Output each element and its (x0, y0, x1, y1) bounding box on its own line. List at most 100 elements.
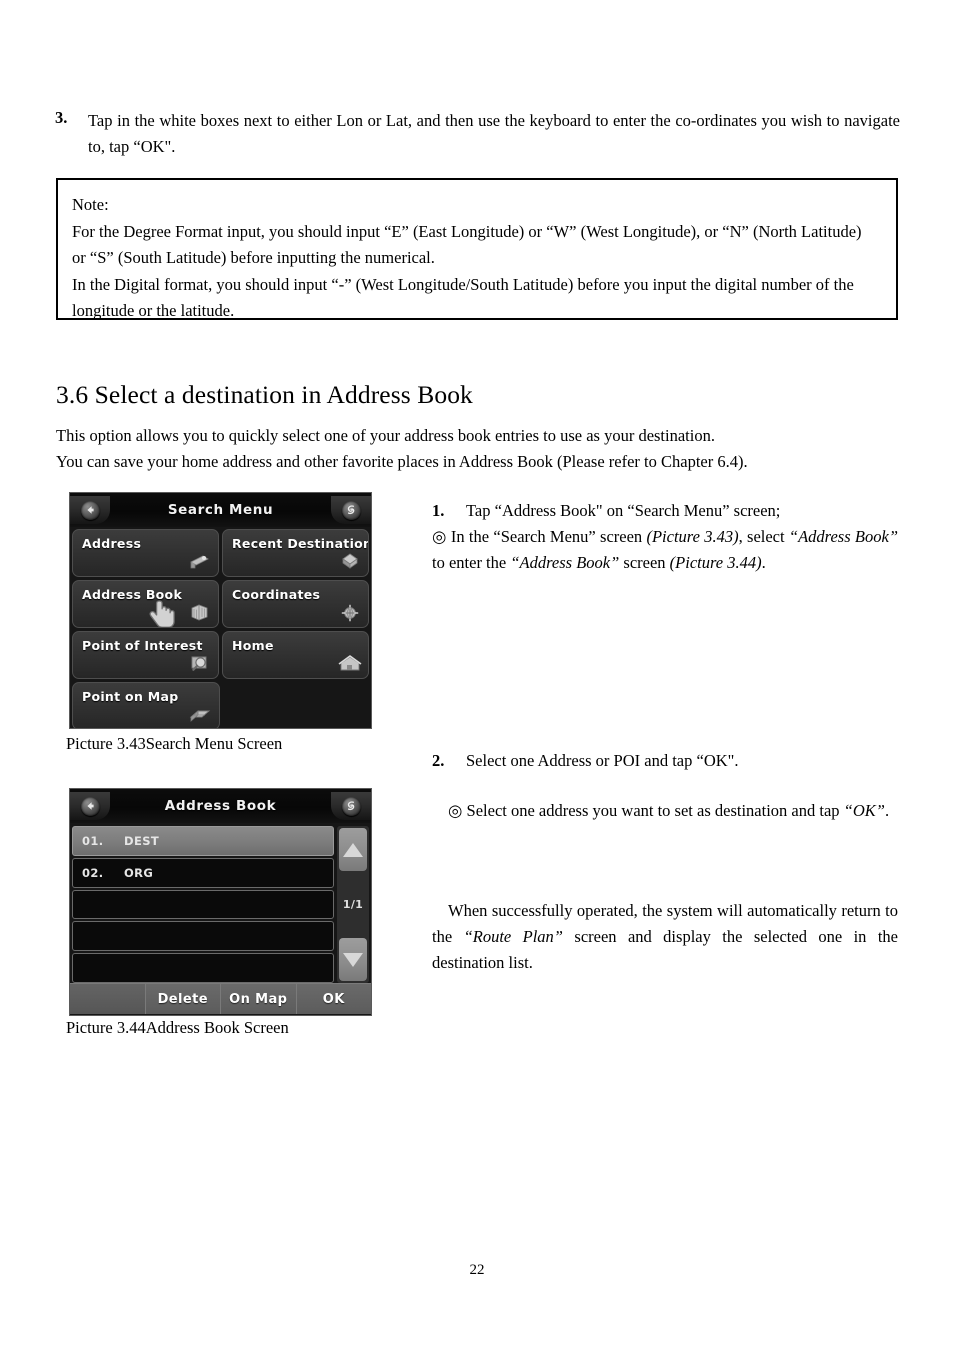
magnifier-map-icon (187, 652, 211, 674)
menu-item-label: Point of Interest (82, 638, 203, 653)
menu-item-label: Coordinates (232, 587, 321, 602)
address-book-body: 01. DEST 02. ORG 1/1 (70, 823, 371, 983)
address-book-screenshot: Address Book 01. DEST 02. ORG 1/1 Delete… (69, 788, 372, 1016)
map-fold-icon (188, 703, 212, 725)
menu-row-1: Address Recent Destinations (72, 529, 369, 577)
list-item-name: ORG (124, 865, 154, 880)
text-fragment: to enter the (432, 553, 511, 572)
search-menu-titlebar: Search Menu (70, 493, 371, 527)
menu-item-label: Home (232, 638, 274, 653)
note-line-2: or “S” (South Latitude) before inputting… (72, 248, 435, 267)
step-3-instruction: 3. Tap in the white boxes next to either… (55, 108, 900, 160)
section-heading: 3.6 Select a destination in Address Book (56, 380, 473, 409)
step-1-item: 1. Tap “Address Book" on “Search Menu” s… (432, 498, 898, 524)
note-line-4: longitude or the latitude. (72, 301, 235, 320)
list-item[interactable] (72, 921, 334, 952)
address-book-list: 01. DEST 02. ORG (72, 826, 334, 983)
menu-item-address[interactable]: Address (72, 529, 219, 577)
menu-options-button[interactable] (331, 496, 371, 524)
text-fragment-italic: “OK” (843, 801, 885, 820)
search-menu-grid: Address Recent Destinations Address Book… (70, 527, 371, 728)
on-map-button[interactable]: On Map (221, 984, 297, 1014)
triangle-down-icon (343, 952, 363, 967)
caption-picture-344: Picture 3.44Address Book Screen (66, 1018, 289, 1037)
menu-item-home[interactable]: Home (222, 631, 369, 679)
bullet-symbol: ◎ (448, 801, 463, 820)
bullet-symbol: ◎ (432, 527, 447, 546)
intro-line-2: You can save your home address and other… (56, 452, 748, 471)
address-book-scrollbar[interactable]: 1/1 (337, 826, 369, 983)
diamond-marker-icon (337, 550, 361, 572)
list-item[interactable] (72, 889, 334, 920)
menu-item-point-on-map[interactable]: Point on Map (72, 682, 220, 728)
caption-picture-343: Picture 3.43Search Menu Screen (66, 734, 283, 753)
text-fragment: . (884, 801, 890, 820)
footer-blank-cell (70, 984, 146, 1014)
search-menu-title: Search Menu (167, 502, 274, 518)
text-fragment-italic: “Address Book” (788, 527, 899, 546)
step-1-number: 1. (432, 501, 445, 520)
intro-line-1: This option allows you to quickly select… (56, 426, 715, 445)
note-box: Note: For the Degree Format input, you s… (56, 178, 898, 320)
menu-item-address-book[interactable]: Address Book (72, 580, 219, 628)
text-fragment-italic: “Address Book” (510, 553, 620, 572)
text-fragment: screen (619, 553, 670, 572)
swirl-icon (341, 500, 361, 520)
note-line-3: In the Digital format, you should input … (72, 274, 854, 294)
menu-item-coordinates[interactable]: Coordinates (222, 580, 369, 628)
scroll-up-button[interactable] (339, 828, 367, 871)
text-fragment: . (761, 553, 766, 572)
step-1-text: Tap “Address Book" on “Search Menu” scre… (466, 501, 781, 520)
back-button[interactable] (70, 496, 110, 524)
menu-item-label: Address (82, 536, 142, 551)
address-book-footer: Delete On Map OK (70, 983, 371, 1014)
menu-item-label: Point on Map (82, 689, 179, 704)
back-arrow-icon (80, 500, 100, 520)
house-icon (337, 652, 362, 674)
menu-item-label: Address Book (82, 587, 183, 602)
section-intro: This option allows you to quickly select… (56, 423, 906, 475)
list-item[interactable]: 02. ORG (72, 857, 334, 888)
scroll-down-button[interactable] (339, 938, 367, 981)
delete-button[interactable]: Delete (145, 984, 221, 1014)
text-fragment: In the (446, 527, 494, 546)
step-2-number: 2. (432, 751, 445, 770)
page-number: 22 (469, 1262, 485, 1278)
menu-item-point-of-interest[interactable]: Point of Interest (72, 631, 219, 679)
menu-row-3: Point of Interest Home (72, 631, 369, 679)
note-line-1: For the Degree Format input, you should … (72, 221, 862, 241)
text-fragment: Select one address you want to set as de… (462, 801, 844, 820)
triangle-up-icon (343, 842, 363, 857)
right-column-step-2: 2. Select one Address or POI and tap “OK… (432, 748, 898, 774)
document-page: 3. Tap in the white boxes next to either… (0, 0, 954, 1350)
list-item-name: DEST (124, 833, 160, 848)
step-3-text: Tap in the white boxes next to either Lo… (88, 111, 900, 156)
book-stack-icon (187, 601, 211, 623)
address-book-titlebar: Address Book (70, 789, 371, 823)
menu-options-button[interactable] (331, 792, 371, 820)
back-arrow-icon (80, 796, 100, 816)
search-menu-screenshot: Search Menu Address Recent Destinations … (69, 492, 372, 729)
closing-paragraph: When successfully operated, the system w… (432, 898, 898, 976)
right-column-step-1: 1. Tap “Address Book" on “Search Menu” s… (432, 498, 898, 576)
back-button[interactable] (70, 792, 110, 820)
right-column-step-2-detail: ◎ Select one address you want to set as … (432, 798, 898, 824)
list-item[interactable] (72, 953, 334, 983)
text-fragment-italic: (Picture 3.43) (646, 527, 739, 546)
step-3-number: 3. (55, 108, 68, 127)
note-label: Note: (72, 195, 109, 214)
list-item-index: 01. (82, 833, 104, 848)
text-fragment: , select (738, 527, 789, 546)
address-book-title: Address Book (164, 798, 277, 814)
list-item[interactable]: 01. DEST (72, 826, 334, 856)
step-2-item: 2. Select one Address or POI and tap “OK… (432, 748, 898, 774)
step-1-detail-paragraph: ◎ In the “Search Menu” screen (Picture 3… (432, 524, 898, 576)
ok-button[interactable]: OK (296, 984, 371, 1014)
menu-row-4: Point on Map (72, 682, 369, 728)
step-2-detail-paragraph: ◎ Select one address you want to set as … (432, 798, 898, 824)
menu-item-recent-destinations[interactable]: Recent Destinations (222, 529, 369, 577)
menu-empty-slot (223, 682, 369, 728)
text-fragment: “Search Menu” (493, 527, 596, 546)
page-indicator: 1/1 (342, 898, 364, 911)
step-2-text: Select one Address or POI and tap “OK". (466, 751, 739, 770)
